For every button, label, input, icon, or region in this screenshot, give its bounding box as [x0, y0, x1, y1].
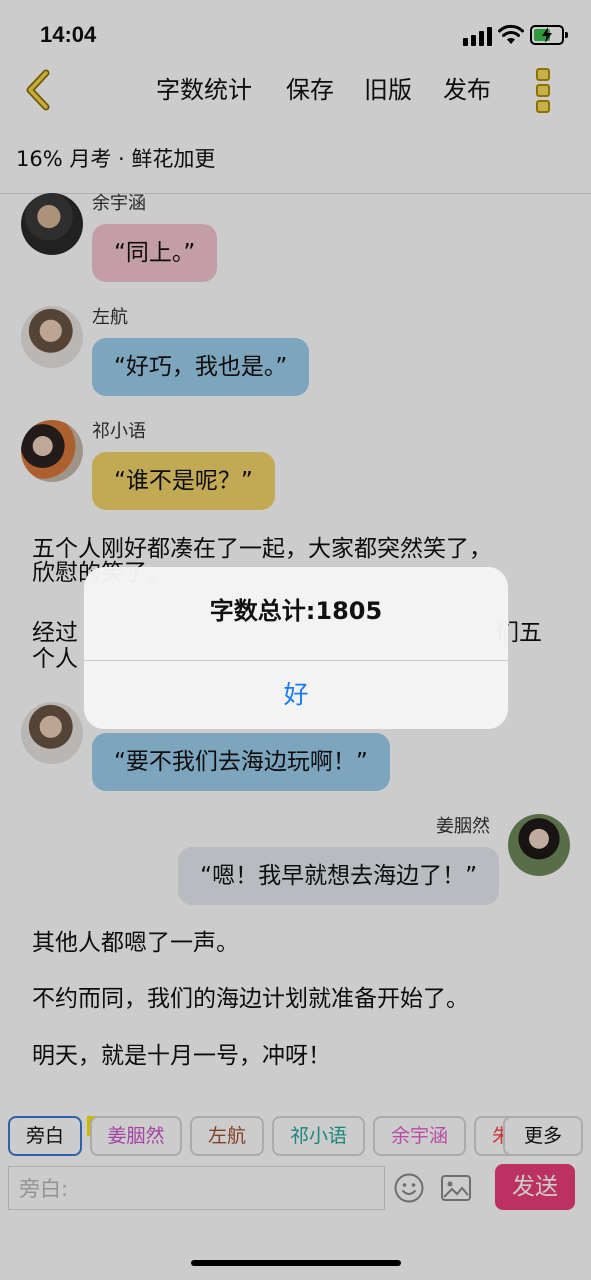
word-count-alert: 字数总计:1805 好 — [84, 567, 508, 729]
alert-ok-button[interactable]: 好 — [84, 661, 508, 729]
alert-title: 字数总计:1805 — [209, 597, 383, 625]
